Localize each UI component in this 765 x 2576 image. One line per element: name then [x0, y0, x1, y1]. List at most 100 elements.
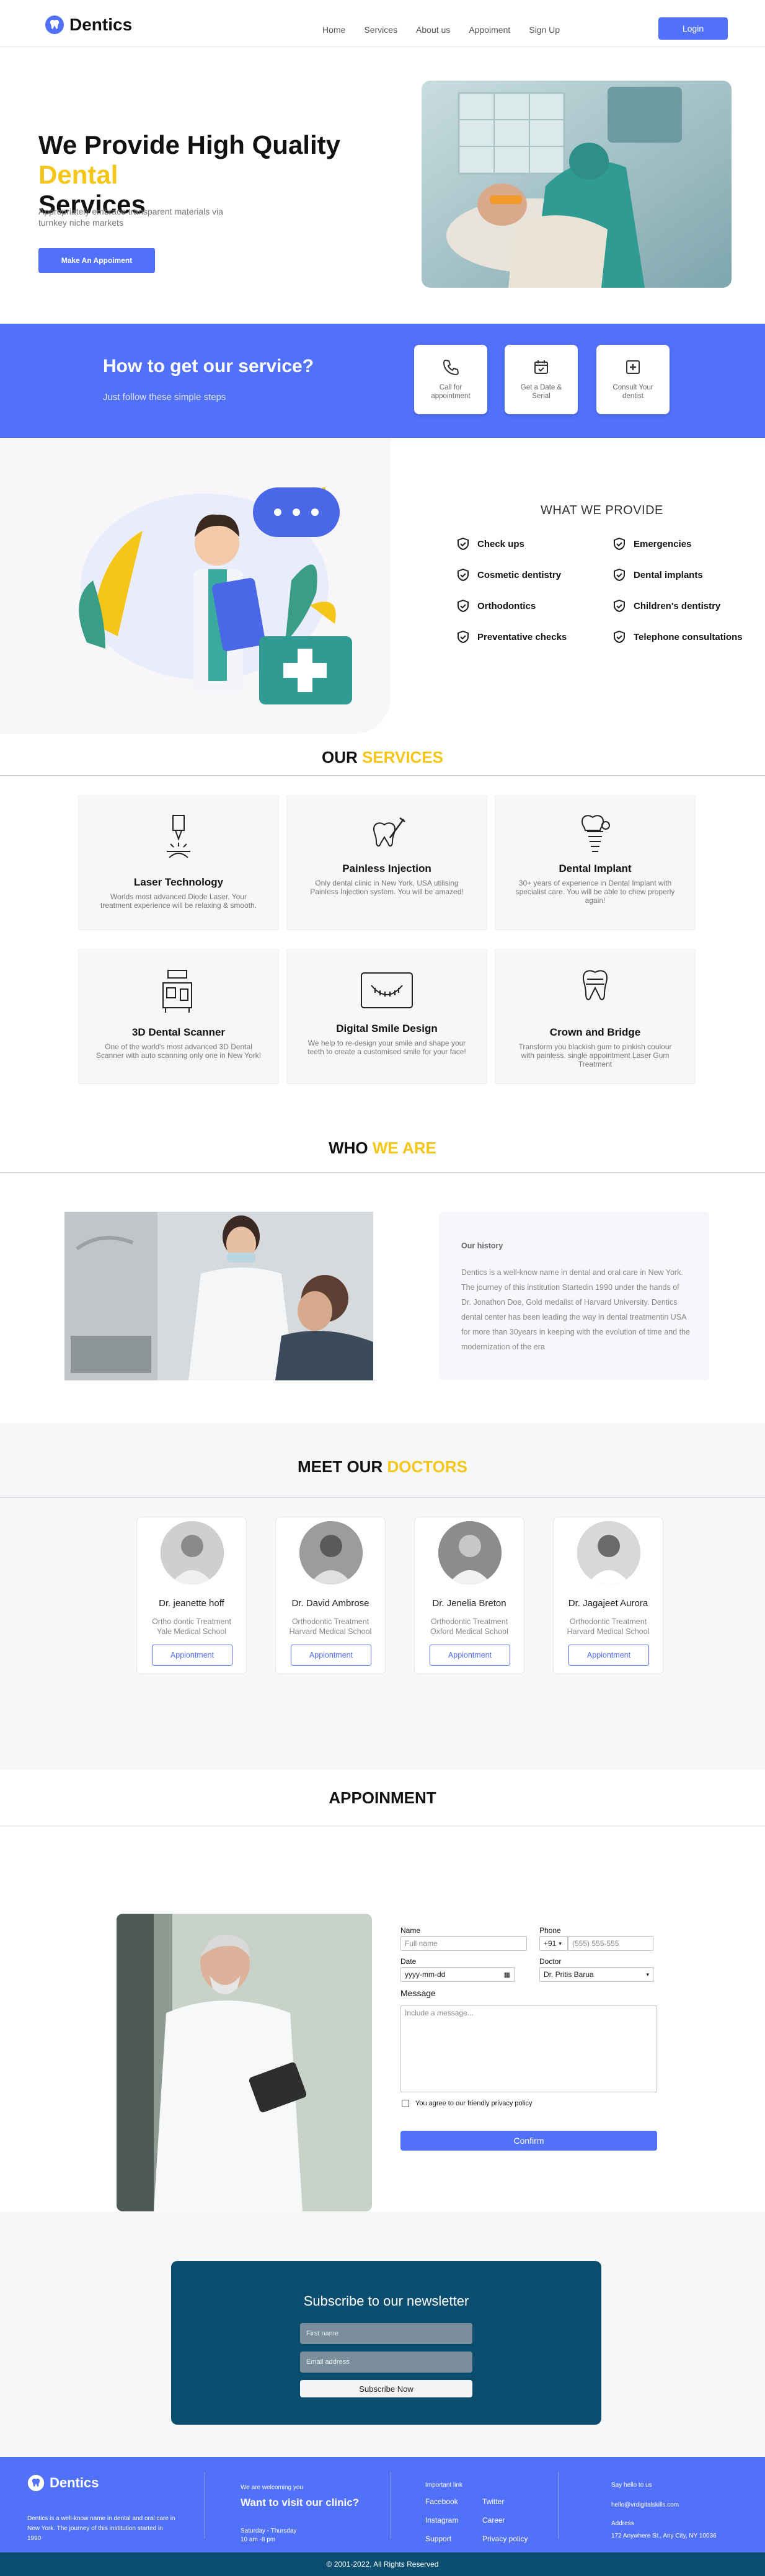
doctor-appointment-button[interactable]: Appiontment — [152, 1645, 232, 1666]
phone-label: Phone — [539, 1926, 561, 1935]
service-desc: 30+ years of experience in Dental Implan… — [515, 879, 675, 905]
doctors-heading-main: MEET OUR — [298, 1457, 383, 1476]
privacy-checkbox[interactable] — [402, 2100, 409, 2107]
provide-item: Emergencies — [612, 537, 691, 551]
phone-input[interactable]: (555) 555-555 — [568, 1936, 653, 1951]
privacy-label: You agree to our friendly privacy policy — [415, 2100, 533, 2107]
footer-visit-title: Want to visit our clinic? — [241, 2497, 360, 2508]
footer-email[interactable]: hello@vrdigitalskills.com — [611, 2500, 679, 2510]
footer-link-instagram[interactable]: Instagram — [425, 2515, 458, 2525]
footer-brand: Dentics — [50, 2475, 99, 2490]
doctor-tablet-photo — [117, 1914, 372, 2211]
provide-item-label: Check ups — [477, 538, 524, 549]
doctor-name: Dr. David Ambrose — [291, 1598, 369, 1609]
service-title: Painless Injection — [342, 863, 431, 874]
nav-link-signup[interactable]: Sign Up — [529, 25, 560, 35]
laser-icon — [167, 815, 190, 858]
footer-hours-time: 10 am -8 pm — [241, 2536, 276, 2543]
service-desc: Only dental clinic in New York, USA util… — [310, 879, 464, 896]
service-card[interactable]: Laser Technology Worlds most advanced Di… — [78, 795, 279, 930]
history-text: Dentics is a well-know name in dental an… — [461, 1268, 690, 1351]
provide-item: Dental implants — [612, 568, 703, 582]
navbar: Dentics Home Services About us Appoiment… — [0, 0, 765, 47]
service-card[interactable]: Dental Implant 30+ years of experience i… — [495, 795, 696, 930]
service-title: Crown and Bridge — [549, 1026, 641, 1038]
step-call-card[interactable]: Call for appointment — [414, 345, 487, 414]
subscribe-button[interactable]: Subscribe Now — [300, 2380, 472, 2397]
newsletter-email-input[interactable]: Email address — [300, 2352, 472, 2373]
footer-about: Dentics is a well-know name in dental an… — [27, 2515, 175, 2542]
doctor-card: Dr. Jenelia Breton Orthodontic Treatment… — [414, 1517, 524, 1674]
service-desc: Worlds most advanced Diode Laser. Your t… — [100, 892, 257, 910]
footer-link-support[interactable]: Support — [425, 2534, 451, 2544]
calendar-icon[interactable]: ▦ — [504, 1971, 510, 1979]
services-heading: OUR SERVICES — [0, 748, 765, 767]
nav-link-services[interactable]: Services — [364, 25, 397, 35]
message-textarea[interactable]: Include a message... — [400, 2005, 657, 2092]
divider — [0, 1172, 765, 1173]
doctor-name: Dr. Jagajeet Aurora — [568, 1598, 648, 1609]
service-desc: One of the world's most advanced 3D Dent… — [95, 1042, 262, 1060]
service-card[interactable]: Painless Injection Only dental clinic in… — [286, 795, 487, 930]
service-card[interactable]: Digital Smile Design We help to re-desig… — [286, 949, 487, 1084]
service-desc: Transform you blackish gum to pinkish co… — [518, 1042, 672, 1068]
service-card[interactable]: Crown and Bridge Transform you blackish … — [495, 949, 696, 1084]
doctors-heading-accent: DOCTORS — [387, 1457, 467, 1476]
footer-link-career[interactable]: Career — [482, 2515, 505, 2525]
doctor-card: Dr. David Ambrose Orthodontic Treatment … — [275, 1517, 386, 1674]
implant-icon — [581, 815, 610, 852]
footer-logo[interactable]: Dentics — [27, 2474, 99, 2492]
newsletter-firstname-input[interactable]: First name — [300, 2323, 472, 2344]
shield-check-icon — [614, 568, 625, 582]
hero-appointment-button[interactable]: Make An Appoiment — [38, 248, 155, 273]
shield-check-icon — [458, 537, 469, 551]
doctor-role: Ortho dontic Treatment Yale Medical Scho… — [152, 1617, 231, 1636]
tooth-icon — [45, 16, 64, 34]
footer-address: 172 Anywhere St., Any City, NY 10036 — [611, 2533, 717, 2539]
phone-code-select[interactable]: +91 ▾ — [539, 1936, 568, 1951]
calendar-icon — [534, 360, 548, 374]
doctor-select-value: Dr. Pritis Barua — [544, 1970, 594, 1979]
footer-link-privacy[interactable]: Privacy policy — [482, 2534, 528, 2544]
service-title: Laser Technology — [133, 876, 224, 888]
brand-name: Dentics — [69, 15, 133, 34]
footer-link-facebook[interactable]: Facebook — [425, 2497, 458, 2507]
login-button[interactable]: Login — [658, 17, 728, 40]
tooth-icon — [27, 2474, 45, 2492]
shield-check-icon — [458, 599, 469, 613]
doctor-role: Orthodontic Treatment Oxford Medical Sch… — [430, 1617, 508, 1636]
doctor-illustration — [0, 438, 391, 734]
appointment-heading: APPOINMENT — [329, 1788, 436, 1807]
hero-dentist-photo — [422, 81, 732, 288]
scanner-icon — [162, 970, 192, 1013]
step-date-card[interactable]: Get a Date & Serial — [505, 345, 578, 414]
name-input[interactable]: Full name — [400, 1936, 527, 1951]
doctor-appointment-button[interactable]: Appiontment — [291, 1645, 371, 1666]
who-heading-accent: WE ARE — [372, 1139, 436, 1157]
doctor-select[interactable]: Dr. Pritis Barua ▾ — [539, 1967, 653, 1982]
footer-link-twitter[interactable]: Twitter — [482, 2497, 504, 2507]
nav-link-appointment[interactable]: Appoiment — [469, 25, 510, 35]
provide-item: Telephone consultations — [612, 630, 743, 644]
doctor-appointment-button[interactable]: Appiontment — [430, 1645, 510, 1666]
confirm-button[interactable]: Confirm — [400, 2131, 657, 2151]
provide-item-label: Emergencies — [634, 538, 692, 549]
nav-link-home[interactable]: Home — [322, 25, 345, 35]
step-consult-card[interactable]: Consult Your dentist — [596, 345, 670, 414]
footer: Dentics Dentics is a well-know name in d… — [0, 2457, 765, 2552]
injection-tooth-icon — [373, 817, 405, 847]
how-subtitle: Just follow these simple steps — [103, 392, 226, 402]
doctor-role: Orthodontic Treatment Harvard Medical Sc… — [289, 1617, 372, 1636]
date-input[interactable]: yyyy-mm-dd ▦ — [400, 1967, 515, 1982]
shield-check-icon — [614, 630, 625, 644]
chevron-down-icon: ▾ — [559, 1940, 562, 1947]
newsletter-card: Subscribe to our newsletter First name E… — [171, 2261, 601, 2425]
phone-icon — [443, 359, 459, 376]
provide-item: Orthodontics — [456, 599, 536, 613]
logo[interactable]: Dentics — [45, 15, 132, 35]
services-heading-accent: SERVICES — [362, 748, 444, 766]
service-card[interactable]: 3D Dental Scanner One of the world's mos… — [78, 949, 279, 1084]
doctor-appointment-button[interactable]: Appiontment — [568, 1645, 649, 1666]
doctor-card: Dr. jeanette hoff Ortho dontic Treatment… — [136, 1517, 247, 1674]
nav-link-about[interactable]: About us — [416, 25, 450, 35]
